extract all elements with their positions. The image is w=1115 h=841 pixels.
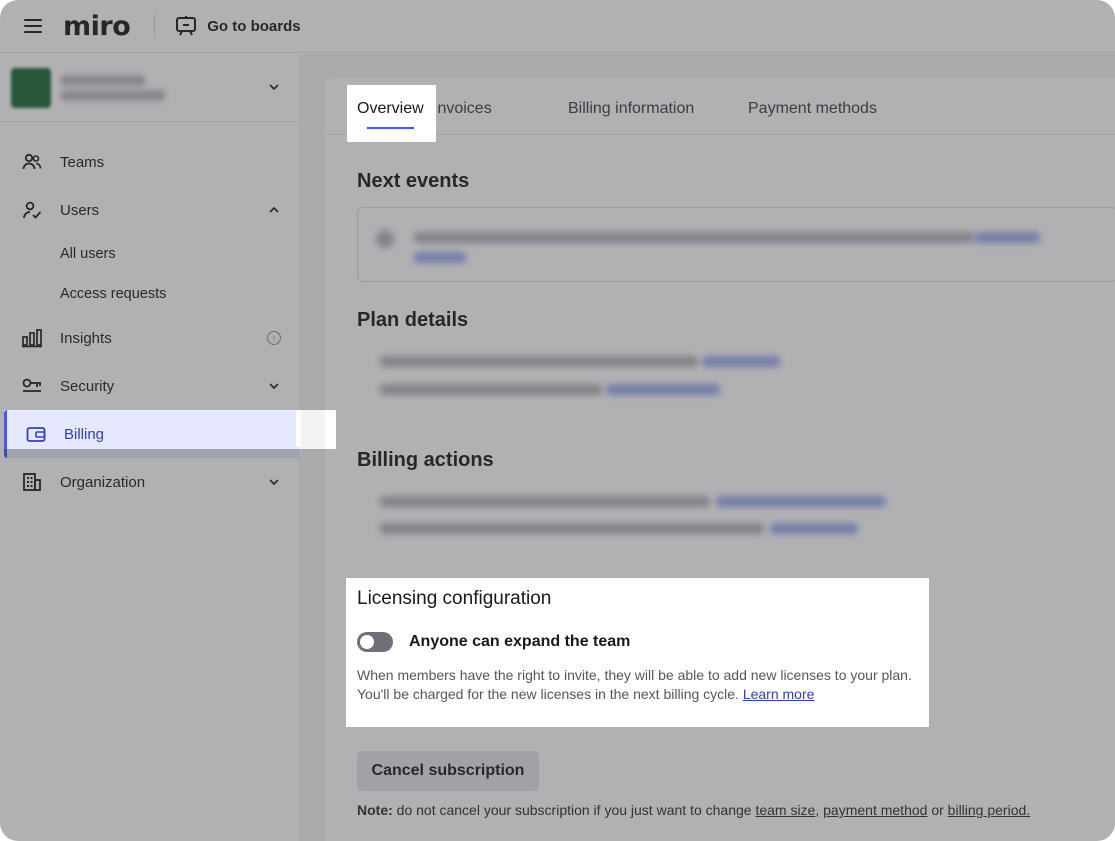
tab-overview-label: Overview [357,100,424,117]
cancel-subscription-button[interactable]: Cancel subscription [357,751,539,791]
chevron-down-icon [269,383,279,390]
toggle-knob [360,635,374,649]
team-size-link[interactable]: team size [755,802,815,818]
plan-detail-link-redacted[interactable] [702,356,780,367]
sidebar-item-label: Access requests [60,286,167,302]
billing-action-link-redacted[interactable] [716,496,886,507]
org-avatar [11,67,51,108]
note-comma: , [815,802,820,818]
org-name-redacted [61,71,165,105]
plan-detail-redacted [380,356,698,367]
user-check-icon [23,201,42,219]
topbar-divider [154,14,156,38]
sidebar-item-label: Insights [60,329,112,347]
billing-action-link-redacted[interactable] [770,523,858,534]
billing-actions-heading: Billing actions [357,449,494,471]
licensing-description: When members have the right to invite, t… [357,666,922,704]
billing-action-redacted [380,496,710,507]
licensing-description-text: When members have the right to invite, t… [357,667,912,702]
next-events-heading: Next events [357,170,470,192]
upgrade-arrow-icon: ↑ [267,331,281,345]
cancel-note: Note: do not cancel your subscription if… [357,802,1030,818]
sidebar-item-label: Organization [60,473,146,491]
sidebar-nav: Teams Users All users Access requests In… [0,122,300,506]
sidebar-item-teams[interactable]: Teams [0,138,299,186]
app-window: miro Go to boards Teams Users All users … [0,0,1115,841]
billing-tabs: Invoices Billing information Payment met… [325,78,1115,135]
users-icon [22,153,42,170]
top-bar: miro Go to boards [0,0,1115,53]
tab-billing-information[interactable]: Billing information [568,78,694,135]
payment-method-link[interactable]: payment method [823,802,927,818]
sidebar-item-label: Security [60,377,115,395]
sidebar: Teams Users All users Access requests In… [0,54,336,841]
overview-tab-highlight: Overview [347,85,436,142]
miro-logo[interactable]: miro [63,11,131,42]
tab-overview[interactable]: Overview [357,78,424,135]
expand-team-toggle[interactable] [357,632,393,652]
plan-detail-redacted [380,384,602,395]
sidebar-item-label: Users [60,201,100,219]
learn-more-link[interactable]: Learn more [743,686,815,702]
sidebar-item-organization[interactable]: Organization [0,458,299,506]
tab-payment-methods[interactable]: Payment methods [748,78,877,135]
billing-period-link[interactable]: billing period. [948,802,1031,818]
organization-switcher[interactable] [0,54,299,122]
sidebar-item-label: Billing [64,425,105,443]
tab-invoices[interactable]: Invoices [433,78,492,135]
expand-team-label: Anyone can expand the team [409,633,631,650]
wallet-icon [26,427,46,442]
key-icon [22,378,41,392]
plan-details-heading: Plan details [357,309,469,331]
go-to-boards-button[interactable]: Go to boards [175,16,301,36]
bar-chart-icon [22,329,42,348]
sidebar-item-users[interactable]: Users [0,186,299,234]
note-prefix: Note: [357,802,393,818]
sidebar-item-label: All users [60,246,116,262]
board-icon [176,16,197,36]
sidebar-item-security[interactable]: Security [0,362,299,410]
note-text: do not cancel your subscription if you j… [396,802,752,818]
menu-icon[interactable] [24,19,42,33]
chevron-down-icon [269,84,279,91]
building-icon [23,473,41,491]
chevron-up-icon [269,206,279,213]
licensing-configuration-panel: Licensing configuration Anyone can expan… [346,578,929,727]
sidebar-item-billing[interactable]: Billing [4,410,300,458]
licensing-title: Licensing configuration [357,588,552,609]
chevron-down-icon [269,479,279,486]
sidebar-item-insights[interactable]: Insights ↑ [0,314,299,362]
active-tab-underline [367,127,414,129]
sidebar-item-all-users[interactable]: All users [0,234,299,274]
plan-detail-link-redacted[interactable] [606,384,720,395]
go-to-boards-label: Go to boards [207,17,301,35]
billing-action-redacted [380,523,764,534]
next-events-box [357,207,1115,282]
sidebar-item-access-requests[interactable]: Access requests [0,274,299,314]
sidebar-item-label: Teams [60,153,105,171]
note-or: or [931,802,944,818]
